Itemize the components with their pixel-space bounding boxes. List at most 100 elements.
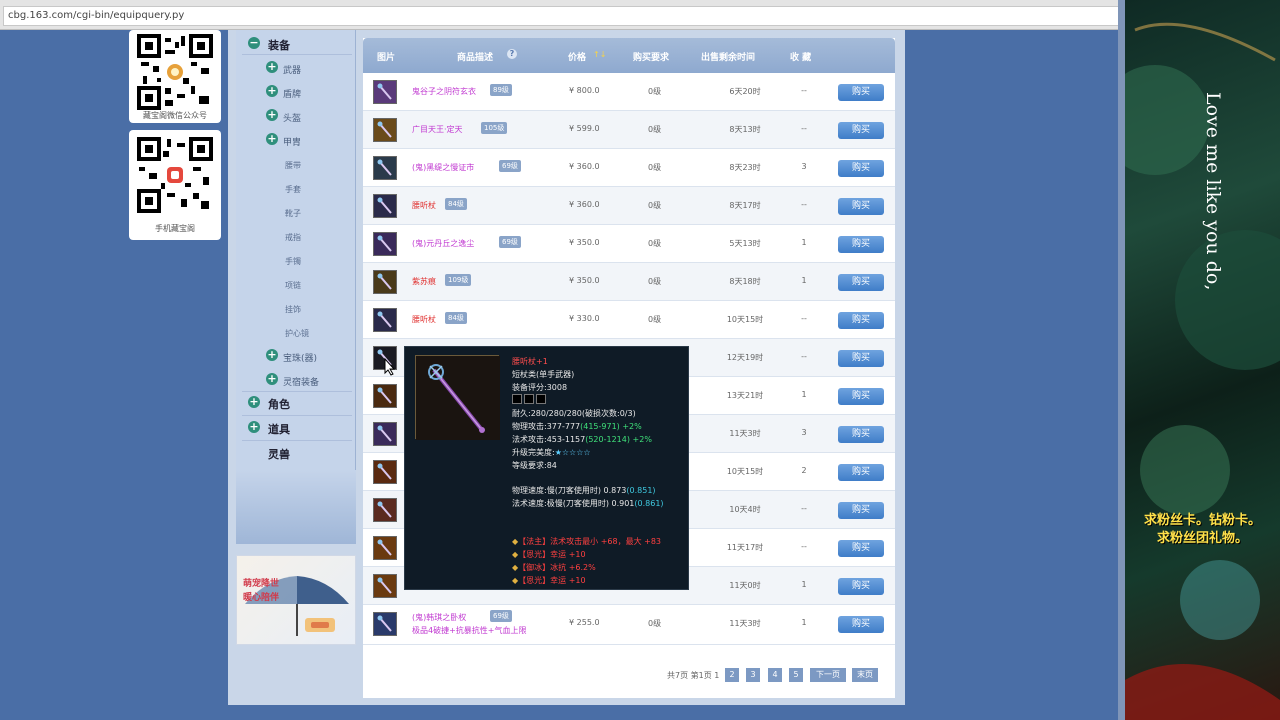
nav-sub-bracelet[interactable]: 手镯 [285,256,301,267]
item-thumbnail-icon[interactable] [373,308,397,332]
nav-sub-belt[interactable]: 腰带 [285,160,301,171]
staff-icon [415,355,500,440]
item-name-link[interactable]: 腰听杖 [412,314,436,325]
item-name-link[interactable]: (鬼)元丹丘之逸尘 [412,238,474,249]
buy-button[interactable]: 购买 [838,502,884,519]
sort-arrows-icon[interactable]: ↑↓ [593,50,606,59]
item-time-left: 8天23时 [729,163,761,172]
plus-icon: + [248,420,260,433]
svg-text:暖心陪伴: 暖心陪伴 [243,591,279,603]
buy-button[interactable]: 购买 [838,312,884,329]
item-thumbnail-icon[interactable] [373,574,397,598]
level-badge: 84级 [445,312,467,324]
table-row[interactable]: 紫苏痕 109级 ¥ 350.0 0级 8天18时 1 购买 [363,263,895,301]
header-price[interactable]: 价格 [568,50,586,63]
divider [242,391,352,392]
nav-sub-pendant[interactable]: 挂饰 [285,304,301,315]
item-favorite-count: -- [801,352,807,361]
nav-pet[interactable]: 灵兽 [268,446,290,462]
buy-button[interactable]: 购买 [838,540,884,557]
nav-sub-boots[interactable]: 靴子 [285,208,301,219]
item-favorite-count: -- [801,314,807,323]
pagination-summary: 共7页 第1页 1 [667,671,720,680]
help-icon[interactable]: ? [507,49,517,59]
item-thumbnail-icon[interactable] [373,422,397,446]
next-page-button[interactable]: 下一页 [810,668,846,682]
header-favorite: 收 藏 [790,53,812,63]
item-thumbnail-icon[interactable] [373,536,397,560]
divider [242,415,352,416]
buy-button[interactable]: 购买 [838,236,884,253]
item-thumbnail-icon[interactable] [373,232,397,256]
table-row[interactable]: 鬼谷子之阴符玄衣 89级 ¥ 800.0 0级 6天20时 -- 购买 [363,73,895,111]
level-badge: 109级 [445,274,472,286]
page-button-2[interactable]: 2 [725,668,739,682]
item-thumbnail-icon[interactable] [373,194,397,218]
page-button-3[interactable]: 3 [746,668,760,682]
buy-button[interactable]: 购买 [838,274,884,291]
item-name-link[interactable]: 广目天王·定天 [412,124,463,135]
star-icons: ★☆☆☆☆ [554,448,591,457]
item-thumbnail-icon[interactable] [373,118,397,142]
table-row[interactable]: 腰听杖 84级 ¥ 330.0 0级 10天15时 -- 购买 [363,301,895,339]
item-thumbnail-icon[interactable] [373,270,397,294]
plus-icon: + [266,108,278,121]
page-button-4[interactable]: 4 [768,668,782,682]
buy-button[interactable]: 购买 [838,160,884,177]
item-time-left: 12天19时 [726,353,764,362]
buy-button[interactable]: 购买 [838,350,884,367]
table-row[interactable]: 广目天王·定天 105级 ¥ 599.0 0级 8天13时 -- 购买 [363,111,895,149]
tooltip-title: 腰听杖+1 [512,357,548,366]
table-row[interactable]: 腰听杖 84级 ¥ 360.0 0级 8天17时 -- 购买 [363,187,895,225]
item-thumbnail-icon[interactable] [373,156,397,180]
nav-sub-gloves[interactable]: 手套 [285,184,301,195]
item-time-left: 11天0时 [729,581,761,590]
table-row[interactable]: (鬼)韩琪之卧权 69级 极品4破捷+抗暴抗性+气血上限 ¥ 255.0 0级 11天3时… [363,605,895,645]
item-thumbnail-icon[interactable] [373,80,397,104]
item-name-link[interactable]: (鬼)黑缇之慢证市 [412,162,474,173]
item-name-link[interactable]: 紫苏痕 [412,276,436,287]
last-page-button[interactable]: 末页 [852,668,878,682]
address-bar[interactable]: cbg.163.com/cgi-bin/equipquery.py [3,6,1121,26]
buy-button[interactable]: 购买 [838,616,884,633]
table-row[interactable]: (鬼)元丹丘之逸尘 69级 ¥ 350.0 0级 5天13时 1 购买 [363,225,895,263]
buy-button[interactable]: 购买 [838,426,884,443]
item-name-link[interactable]: 鬼谷子之阴符玄衣 [412,86,476,97]
buy-button[interactable]: 购买 [838,388,884,405]
nav-sub-necklace[interactable]: 项链 [285,280,301,291]
item-name-link[interactable]: 腰听杖 [412,200,436,211]
header-desc[interactable]: 商品描述 [457,50,493,63]
item-buy-req: 0级 [648,277,662,286]
item-time-left: 11天17时 [726,543,764,552]
buy-button[interactable]: 购买 [838,198,884,215]
plus-icon: + [248,395,260,408]
nav-equipment-label: 装备 [268,39,290,52]
item-favorite-count: 1 [801,238,807,247]
buy-button[interactable]: 购买 [838,84,884,101]
nav-sub-ring[interactable]: 戒指 [285,232,301,243]
table-row[interactable]: (鬼)黑缇之慢证市 69级 ¥ 360.0 0级 8天23时 3 购买 [363,149,895,187]
item-thumbnail-icon[interactable] [373,498,397,522]
socket-icon [536,394,546,404]
nav-role-label: 角色 [268,398,290,411]
table-header: 图片 商品描述 ? 价格 ↑↓ 购买要求 出售剩余时间 收 藏 [363,38,895,73]
buy-button[interactable]: 购买 [838,122,884,139]
item-buy-req: 0级 [648,125,662,134]
buy-button[interactable]: 购买 [838,578,884,595]
item-price: ¥ 330.0 [569,314,600,323]
buy-button[interactable]: 购买 [838,464,884,481]
promo-banner[interactable]: 萌宠降世 暖心陪伴 [236,555,356,645]
item-thumbnail-icon[interactable] [373,612,397,636]
item-buy-req: 0级 [648,315,662,324]
item-thumbnail-icon[interactable] [373,384,397,408]
page-button-5[interactable]: 5 [789,668,803,682]
tooltip-durability: 耐久:280/280/280(破损次数:0/3) [512,409,636,418]
nav-sub-guard[interactable]: 护心镜 [285,328,309,339]
item-buy-req: 0级 [648,163,662,172]
item-name-link[interactable]: (鬼)韩琪之卧权 [412,612,466,623]
sidebar-footer [236,470,356,544]
plus-icon: + [266,132,278,145]
item-time-left: 6天20时 [729,87,761,96]
item-thumbnail-icon[interactable] [373,460,397,484]
item-favorite-count: 1 [801,618,807,627]
